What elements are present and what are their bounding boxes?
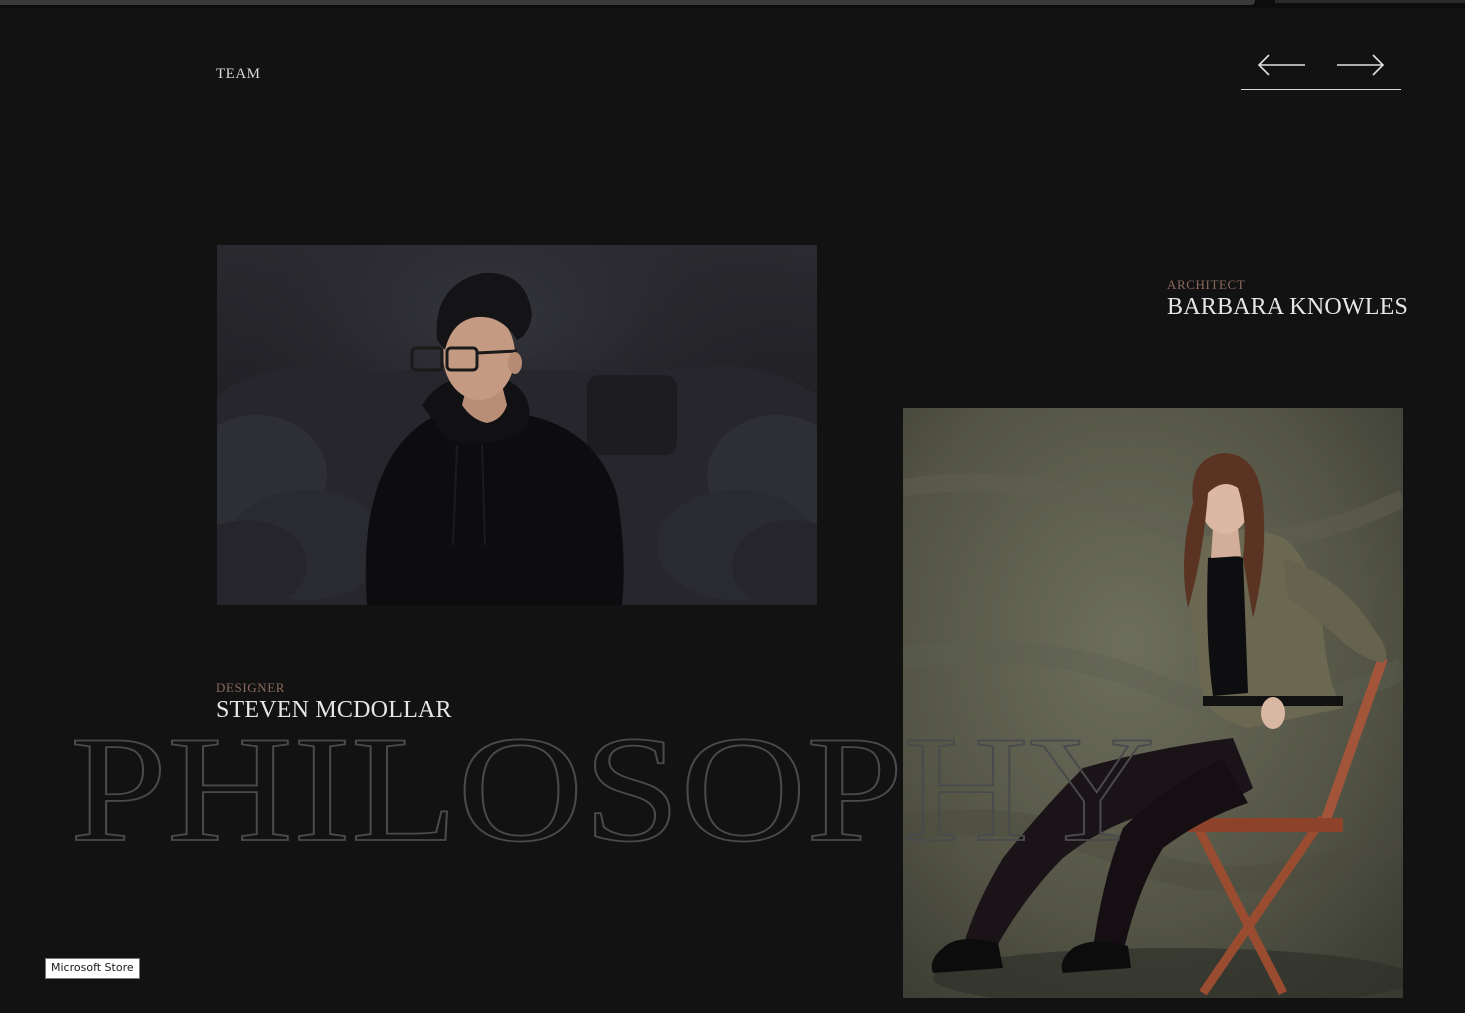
- team-member-photo-barbara[interactable]: [903, 408, 1403, 998]
- slider-navigation: [1241, 48, 1401, 90]
- arrow-right-icon: [1337, 54, 1385, 76]
- top-strip-segment: [1275, 0, 1465, 3]
- top-progress-bar: [0, 0, 1255, 5]
- woman-portrait-image: [903, 408, 1403, 998]
- team-member-photo-steven[interactable]: [217, 245, 817, 605]
- tooltip: Microsoft Store: [45, 958, 140, 979]
- next-button[interactable]: [1335, 50, 1387, 80]
- section-title: TEAM: [216, 66, 261, 82]
- member-name-barbara[interactable]: BARBARA KNOWLES: [1167, 294, 1408, 321]
- arrow-left-icon: [1257, 54, 1305, 76]
- team-page: TEAM PHILOSOPHY DESIGNER STEVEN MCDOLLAR…: [0, 0, 1465, 1013]
- browser-top-strip: [0, 0, 1465, 8]
- member-name-steven[interactable]: STEVEN MCDOLLAR: [216, 697, 452, 724]
- role-label-designer: DESIGNER: [216, 680, 286, 695]
- prev-button[interactable]: [1255, 50, 1307, 80]
- man-portrait-image: [217, 245, 817, 605]
- role-label-architect: ARCHITECT: [1167, 277, 1246, 292]
